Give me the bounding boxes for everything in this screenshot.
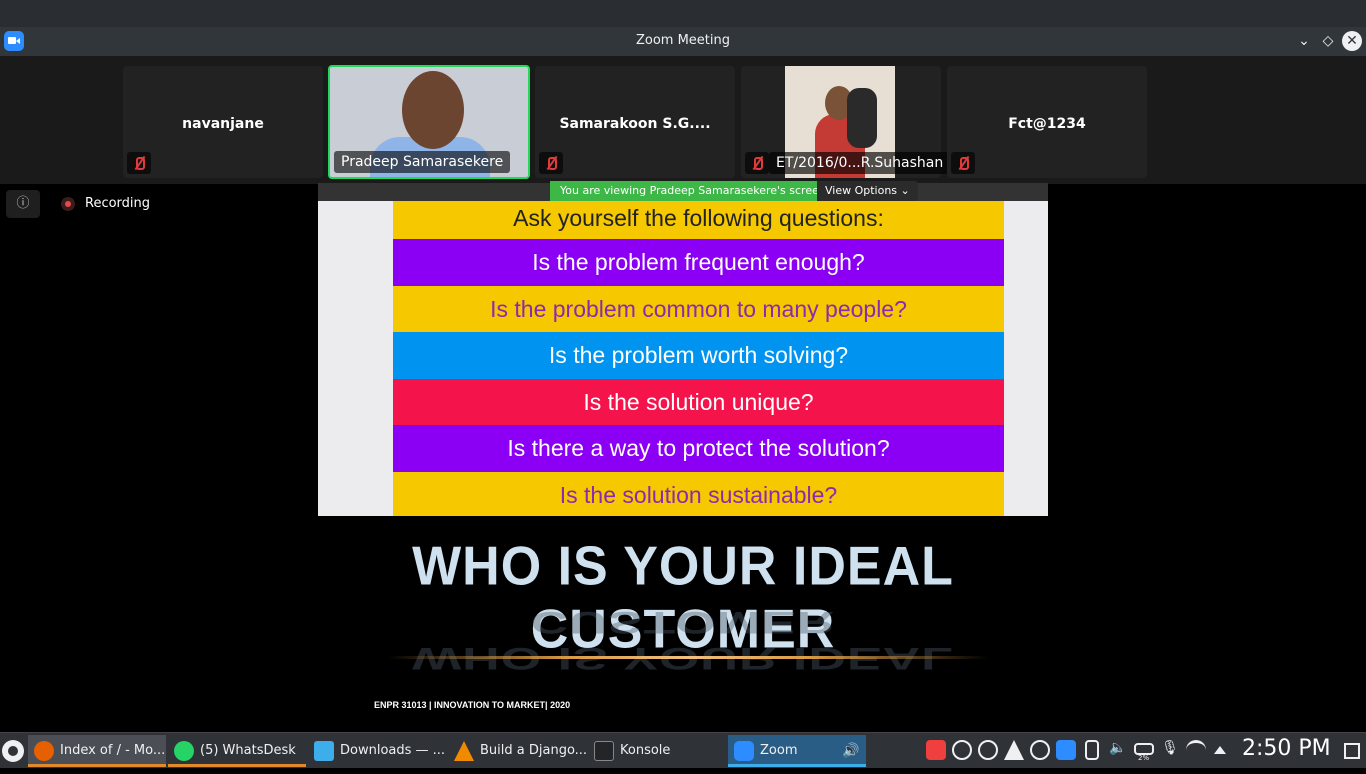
speaker-icon: 🔊 [842,743,860,759]
task-downloads[interactable]: Downloads — ... [308,735,446,767]
mic-icon[interactable]: 🎙 [1160,740,1180,760]
glow-divider [388,656,988,659]
zoom-tray-icon[interactable] [1056,740,1076,760]
muted-mic-icon [127,152,151,174]
vlc-icon [454,741,474,761]
slide-question-row: Is the solution sustainable? [393,472,1004,516]
slide-question-row: Is the solution unique? [393,379,1004,425]
anydesk-icon[interactable] [926,740,946,760]
info-icon[interactable]: ⓘ [6,190,40,218]
show-desktop-icon[interactable] [1344,743,1360,759]
zoom-icon [734,741,754,761]
task-vlc[interactable]: Build a Django... [448,735,586,767]
muted-mic-icon [539,152,563,174]
participant-gallery: navanjane Pradeep Samarasekere Samarakoo… [0,56,1366,184]
window-titlebar: Zoom Meeting ⌄ ◇ ✕ [0,0,1366,56]
view-options-label: View Options [825,184,898,197]
slide-question-row: Is the problem common to many people? [393,286,1004,332]
task-label: Zoom [760,743,798,758]
expand-tray-icon[interactable] [1214,746,1226,754]
application-launcher-icon[interactable] [2,740,24,762]
participant-tile[interactable]: navanjane [123,66,323,178]
shared-slide: Ask yourself the following questions: Is… [318,201,1048,516]
task-label: Index of / - Mo... [60,743,166,758]
chevron-down-icon: ⌄ [900,184,910,197]
pause-icon[interactable] [952,740,972,760]
terminal-icon [594,741,614,761]
update-icon[interactable] [978,740,998,760]
slide-title-area: WHO IS YOUR IDEAL CUSTOMER WHO IS YOUR I… [318,516,1048,720]
recording-icon [61,197,75,211]
firefox-icon [34,741,54,761]
clipboard-icon[interactable] [1085,740,1099,760]
volume-icon[interactable]: 🔈 [1108,740,1128,760]
video-face [402,71,464,149]
view-options-button[interactable]: View Options ⌄ [817,181,918,201]
minimize-button[interactable]: ⌄ [1294,31,1314,51]
window-title: Zoom Meeting [635,33,731,48]
clock[interactable]: 2:50 PM [1242,736,1331,761]
vlc-tray-icon[interactable] [1004,740,1024,760]
recording-label: Recording [85,196,151,211]
participant-name: ET/2016/0...R.Suhashan [769,152,951,174]
close-button[interactable]: ✕ [1342,31,1362,51]
screen-share-banner: You are viewing Pradeep Samarasekere's s… [550,181,836,201]
slide-title-reflection: WHO IS YOUR IDEAL CUSTOMER [412,604,954,676]
participant-name: Samarakoon S.G.... [559,116,711,132]
muted-mic-icon [951,152,975,174]
maximize-button[interactable]: ◇ [1318,31,1338,51]
slide-question-row: Is there a way to protect the solution? [393,425,1004,472]
task-label: (5) WhatsDesk [200,743,296,758]
taskbar: Index of / - Mo... (5) WhatsDesk Downloa… [0,732,1366,768]
muted-mic-icon [745,152,769,174]
battery-percent: 2% [1138,754,1150,762]
task-zoom[interactable]: Zoom 🔊 [728,735,866,767]
task-label: Build a Django... [480,743,586,758]
task-firefox[interactable]: Index of / - Mo... [28,735,166,767]
slide-question-row: Is the problem frequent enough? [393,239,1004,286]
whatsapp-tray-icon[interactable] [1030,740,1050,760]
slide-question-row: Ask yourself the following questions: [393,201,1004,239]
participant-tile[interactable]: ET/2016/0...R.Suhashan [741,66,951,178]
participant-name: Fct@1234 [1008,116,1086,132]
task-konsole[interactable]: Konsole [588,735,726,767]
participant-tile[interactable]: Fct@1234 [947,66,1147,178]
slide-footer: ENPR 31013 | INNOVATION TO MARKET| 2020 [374,700,571,710]
task-whatsdesk[interactable]: (5) WhatsDesk [168,735,306,767]
participant-name: navanjane [182,116,264,132]
top-strip [0,0,1366,27]
whatsapp-icon [174,741,194,761]
folder-icon [314,741,334,761]
participant-name: Pradeep Samarasekere [334,151,511,173]
participant-tile-active[interactable]: Pradeep Samarasekere [328,65,530,179]
slide-question-row: Is the problem worth solving? [393,332,1004,379]
participant-tile[interactable]: Samarakoon S.G.... [535,66,735,178]
task-label: Konsole [620,743,671,758]
task-label: Downloads — ... [340,743,446,758]
wifi-icon[interactable] [1186,740,1206,760]
